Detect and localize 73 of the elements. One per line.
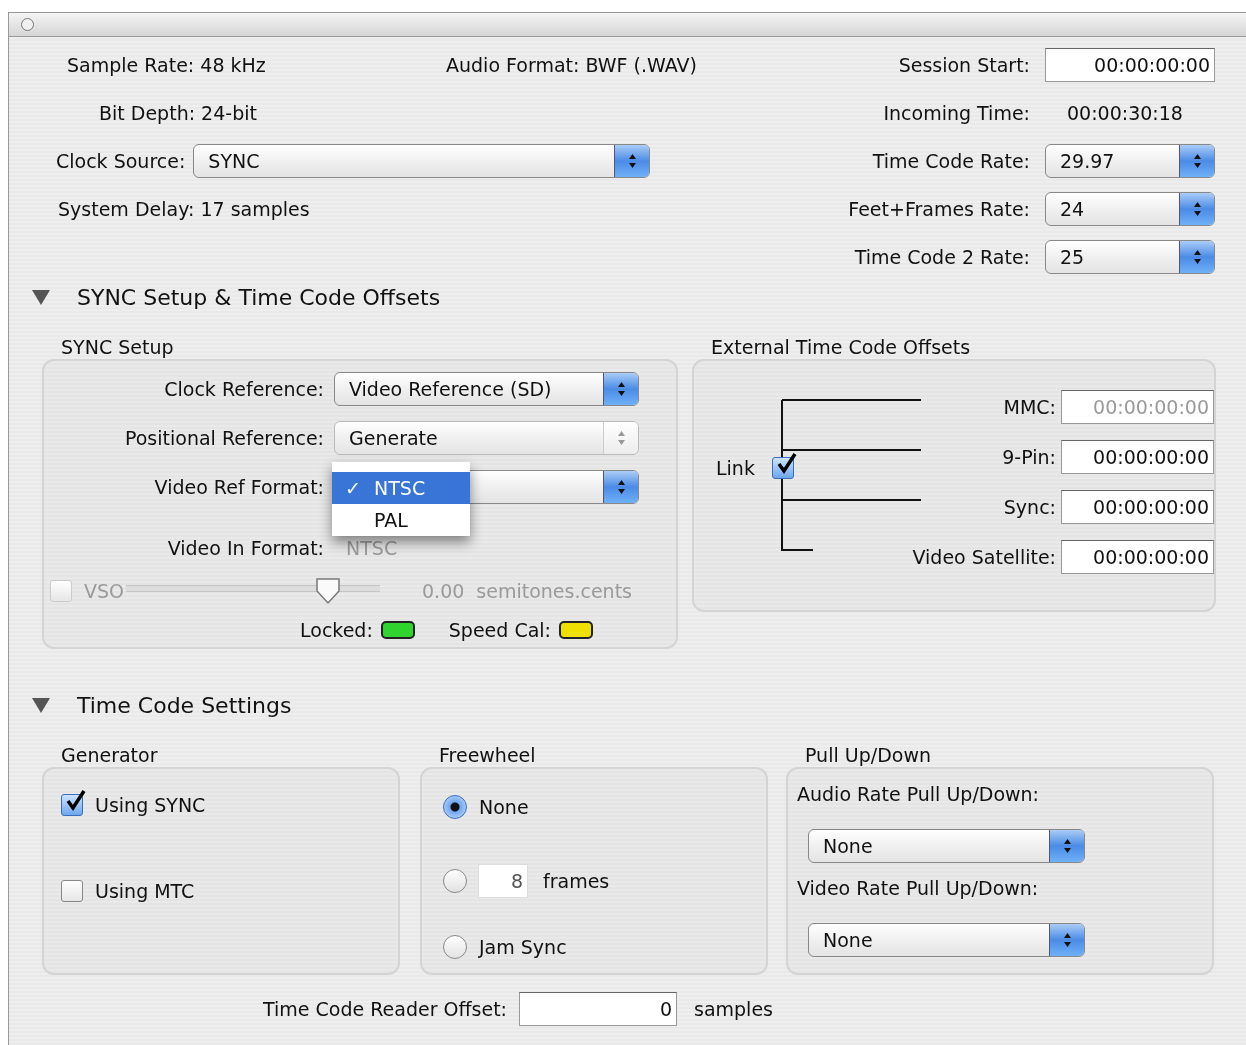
field-label: Audio Rate Pull Up/Down: <box>797 783 1041 807</box>
close-button[interactable] <box>21 18 34 31</box>
popup-button[interactable]: SYNC <box>193 144 651 178</box>
checkbox-label: Using MTC <box>95 880 195 902</box>
radio-button[interactable] <box>443 795 467 819</box>
incoming-time-value: 00:00:30:18 <box>1067 102 1183 124</box>
stepper-arrows-icon <box>616 479 626 496</box>
checkbox-label: VSO <box>84 579 124 602</box>
popup-button[interactable]: 24 <box>1045 192 1215 226</box>
group-label: Generator <box>61 743 159 767</box>
stepper-arrows-icon <box>616 381 626 398</box>
radio-button[interactable] <box>443 935 467 959</box>
session-start-field[interactable]: 00:00:00:00 <box>1045 48 1215 82</box>
stepper-arrows-icon <box>627 153 637 169</box>
section-heading: SYNC Setup & Time Code Offsets <box>77 284 441 310</box>
frames-field[interactable]: 8 <box>478 864 528 898</box>
checkbox-label: Using SYNC <box>95 794 206 816</box>
offset-field[interactable]: 00:00:00:00 <box>1061 440 1214 474</box>
field-label: Video Ref Format: <box>153 476 324 499</box>
unit-label: samples <box>694 998 773 1020</box>
field-label: Positional Reference: <box>123 427 324 450</box>
stepper-arrows-icon <box>1192 153 1202 169</box>
section-heading: Time Code Settings <box>77 692 292 718</box>
field-label: Sync: <box>1002 496 1056 518</box>
field-label: Video Rate Pull Up/Down: <box>797 877 1040 901</box>
menu-item[interactable]: ✓ NTSC <box>332 472 470 505</box>
radio-label: frames <box>543 870 610 892</box>
field-label: 9-Pin: <box>1001 446 1056 468</box>
link-label: Link <box>716 457 755 479</box>
field-label: Feet+Frames Rate: <box>847 198 1030 220</box>
vso-unit: semitones.cents <box>476 579 632 602</box>
radio-label: None <box>479 796 529 818</box>
field-label: Clock Source: <box>56 150 186 172</box>
field-label: Time Code Rate: <box>871 150 1030 172</box>
popup-button[interactable]: Video Reference (SD) <box>334 372 639 407</box>
disclosure-triangle-icon[interactable] <box>31 696 51 714</box>
field-label: Time Code Reader Offset: <box>263 998 507 1020</box>
popup-button[interactable]: 29.97 <box>1045 144 1215 178</box>
field-label: MMC: <box>1002 396 1056 418</box>
radio-label: Jam Sync <box>479 936 567 958</box>
field-label: Clock Reference: <box>163 378 324 401</box>
sample-rate-text: Sample Rate: 48 kHz <box>67 54 267 76</box>
bit-depth-text: Bit Depth: 24-bit <box>99 102 257 124</box>
field-label: Time Code 2 Rate: <box>853 246 1030 268</box>
menu-item[interactable]: PAL <box>332 504 470 537</box>
disclosure-triangle-icon[interactable] <box>31 288 51 306</box>
reader-offset-field[interactable]: 0 <box>519 992 677 1026</box>
field-label: Video Satellite: <box>911 546 1056 568</box>
group-label: External Time Code Offsets <box>711 335 972 359</box>
stepper-arrows-icon <box>1192 249 1202 265</box>
indicator-label: Speed Cal: <box>448 618 551 641</box>
group-label: Pull Up/Down <box>805 743 932 767</box>
video-in-format-value: NTSC <box>346 536 398 559</box>
offset-field[interactable]: 00:00:00:00 <box>1061 540 1214 574</box>
audio-format-text: Audio Format: BWF (.WAV) <box>446 54 697 76</box>
checkbox[interactable] <box>61 880 83 902</box>
stepper-arrows-icon <box>1192 201 1202 217</box>
stepper-arrows-icon <box>1062 838 1072 854</box>
group-label: SYNC Setup <box>61 335 175 359</box>
stepper-arrows-icon <box>1062 932 1072 948</box>
indicator-label: Locked: <box>300 618 373 641</box>
field-label: Session Start: <box>897 54 1030 76</box>
field-label: Video In Format: <box>166 536 324 559</box>
popup-button[interactable]: None <box>808 923 1085 957</box>
radio-button[interactable] <box>443 869 467 893</box>
popup-button[interactable]: None <box>808 829 1085 863</box>
vso-reading: 0.00 <box>422 579 465 602</box>
group-label: Freewheel <box>439 743 537 767</box>
stepper-arrows-icon <box>616 430 626 447</box>
offset-field[interactable]: 00:00:00:00 <box>1061 490 1214 524</box>
popup-button[interactable]: 25 <box>1045 240 1215 274</box>
field-label: Incoming Time: <box>882 102 1030 124</box>
system-delay-text: System Delay: 17 samples <box>58 198 310 220</box>
